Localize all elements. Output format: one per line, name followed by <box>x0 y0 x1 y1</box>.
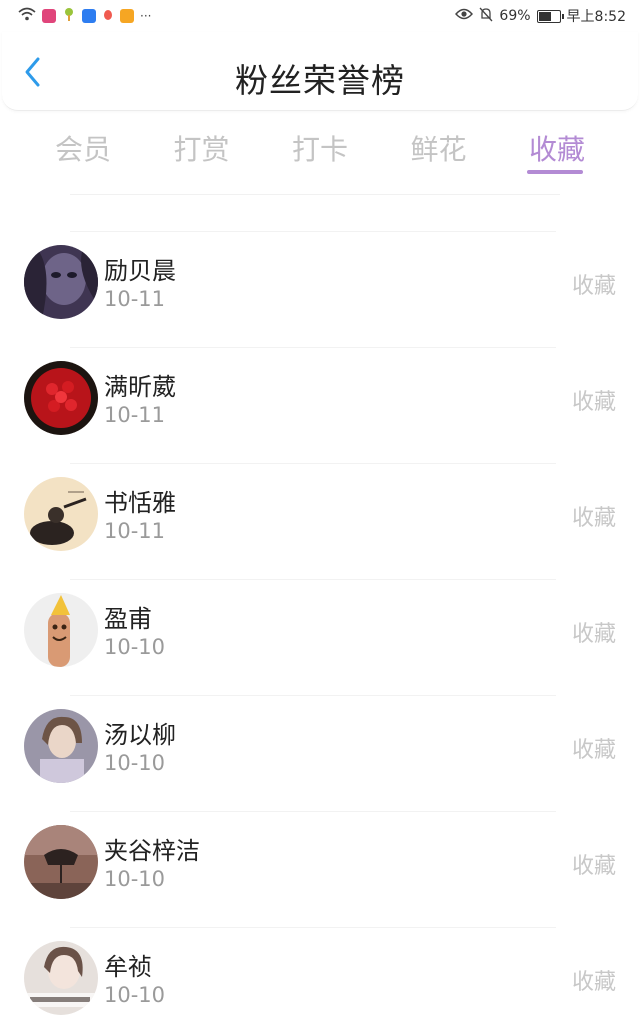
list-item[interactable]: 励贝晨 10-11 收藏 <box>0 231 640 347</box>
fan-name: 汤以柳 <box>104 721 176 749</box>
fan-name: 盈甫 <box>104 605 152 633</box>
fan-date: 10-11 <box>104 403 166 427</box>
list-item[interactable]: 夹谷梓洁 10-10 收藏 <box>0 811 640 927</box>
divider <box>70 231 556 232</box>
avatar[interactable] <box>24 593 98 667</box>
fan-date: 10-11 <box>104 287 166 311</box>
avatar[interactable] <box>24 477 98 551</box>
clock: 早上8:52 <box>566 9 626 25</box>
battery-icon <box>536 9 564 23</box>
divider <box>70 579 556 580</box>
bell-off-icon <box>479 7 493 26</box>
favorite-action[interactable]: 收藏 <box>572 384 616 416</box>
list-item[interactable]: 满昕葳 10-11 收藏 <box>0 347 640 463</box>
tab-membership[interactable]: 会员 <box>24 122 142 178</box>
tab-label: 收藏 <box>528 133 585 166</box>
favorite-action[interactable]: 收藏 <box>572 964 616 996</box>
mail-app-icon <box>42 9 56 23</box>
tab-label: 打赏 <box>173 133 230 166</box>
list-item[interactable]: 牟祯 10-10 收藏 <box>0 927 640 1024</box>
favorite-action[interactable]: 收藏 <box>572 500 616 532</box>
tab-label: 打卡 <box>291 133 348 166</box>
plant-app-icon <box>62 7 76 25</box>
avatar[interactable] <box>24 245 98 319</box>
tab-bar: 会员 打赏 打卡 鲜花 收藏 <box>24 122 616 178</box>
fan-name: 励贝晨 <box>104 257 176 285</box>
fan-date: 10-10 <box>104 635 166 659</box>
divider <box>70 194 560 195</box>
fan-date: 10-10 <box>104 867 166 891</box>
fan-date: 10-10 <box>104 751 166 775</box>
play-app-icon <box>120 9 134 23</box>
tab-favorites[interactable]: 收藏 <box>498 122 616 178</box>
favorite-action[interactable]: 收藏 <box>572 616 616 648</box>
tab-tipping[interactable]: 打赏 <box>143 122 261 178</box>
more-indicator: ··· <box>140 9 152 23</box>
divider <box>70 927 556 928</box>
status-right: 69% 早上8:52 <box>455 6 626 26</box>
avatar[interactable] <box>24 825 98 899</box>
fan-name: 满昕葳 <box>104 373 176 401</box>
eye-icon <box>455 8 474 24</box>
fan-name: 牟祯 <box>104 953 152 981</box>
divider <box>70 463 556 464</box>
page-title: 粉丝荣誉榜 <box>235 61 405 100</box>
status-bar: ··· 69% 早上8:52 <box>0 0 640 32</box>
favorite-action[interactable]: 收藏 <box>572 732 616 764</box>
wifi-icon <box>18 7 36 25</box>
fan-date: 10-10 <box>104 983 166 1007</box>
favorite-action[interactable]: 收藏 <box>572 268 616 300</box>
status-left: ··· <box>18 7 151 25</box>
tab-flowers[interactable]: 鲜花 <box>380 122 498 178</box>
tab-label: 鲜花 <box>410 133 467 166</box>
avatar[interactable] <box>24 361 98 435</box>
divider <box>70 347 556 348</box>
divider <box>70 695 556 696</box>
divider <box>70 811 556 812</box>
list-item[interactable]: 书恬雅 10-11 收藏 <box>0 463 640 579</box>
fan-date: 10-11 <box>104 519 166 543</box>
tab-label: 会员 <box>54 133 111 166</box>
fan-name: 夹谷梓洁 <box>104 837 200 865</box>
favorite-action[interactable]: 收藏 <box>572 848 616 880</box>
paw-app-icon <box>102 7 114 25</box>
battery-percent: 69% <box>499 8 531 24</box>
active-tab-indicator <box>527 170 583 174</box>
list-item[interactable]: 盈甫 10-10 收藏 <box>0 579 640 695</box>
chat-app-icon <box>82 9 96 23</box>
avatar[interactable] <box>24 941 98 1015</box>
battery-level-fill <box>538 11 551 21</box>
page: ··· 69% 早上8:52 粉丝荣誉榜 会员 打赏 打卡 鲜花 收藏 励贝晨 … <box>0 0 640 1024</box>
header: 粉丝荣誉榜 <box>2 32 638 111</box>
avatar[interactable] <box>24 709 98 783</box>
fan-name: 书恬雅 <box>104 489 176 517</box>
list-item[interactable]: 汤以柳 10-10 收藏 <box>0 695 640 811</box>
tab-check-in[interactable]: 打卡 <box>261 122 379 178</box>
fan-list: 励贝晨 10-11 收藏 满昕葳 10-11 收藏 书恬雅 10-11 收藏 盈… <box>0 231 640 1024</box>
